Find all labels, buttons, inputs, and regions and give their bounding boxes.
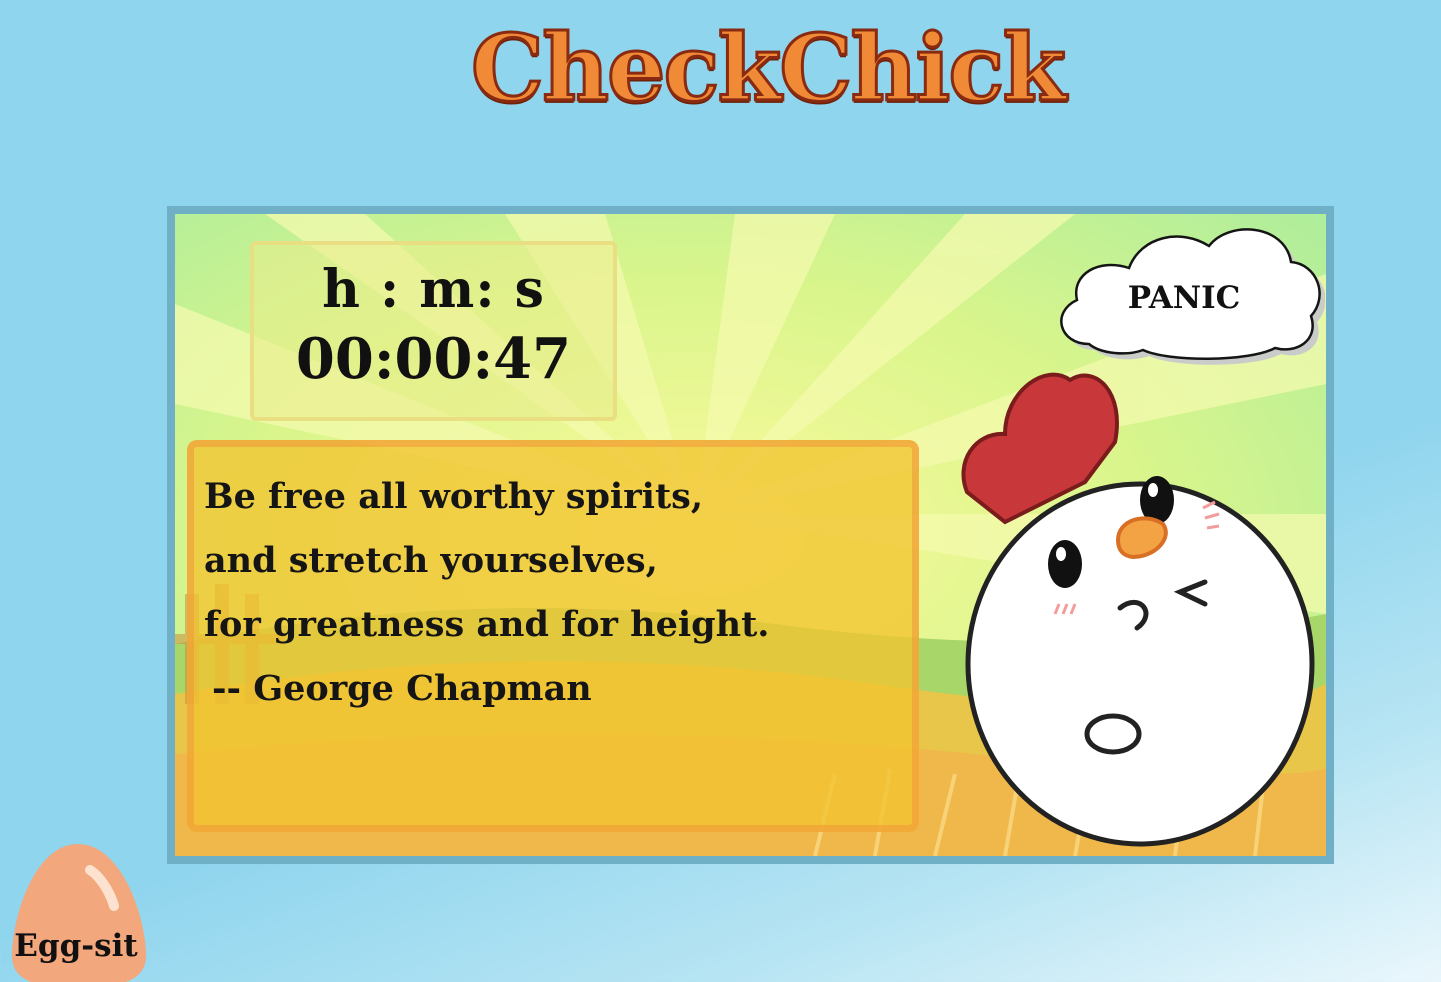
exit-label: Egg-sit bbox=[14, 928, 138, 964]
game-panel: h : m: s 00:00:47 Be free all worthy spi… bbox=[167, 206, 1334, 864]
chick-icon bbox=[961, 372, 1315, 847]
quote-author: -- George Chapman bbox=[212, 668, 592, 709]
quote-line: Be free all worthy spirits, bbox=[204, 476, 704, 517]
timer-value: 00:00:47 bbox=[295, 326, 572, 392]
timer-display: h : m: s 00:00:47 bbox=[250, 241, 617, 421]
quote-line: for greatness and for height. bbox=[204, 604, 770, 645]
timer-format-label: h : m: s bbox=[322, 259, 545, 320]
quote-line: and stretch yourselves, bbox=[204, 540, 658, 581]
quote-box: Be free all worthy spirits, and stretch … bbox=[187, 440, 919, 832]
exit-button[interactable]: Egg-sit bbox=[0, 838, 160, 982]
panic-label: PANIC bbox=[1127, 280, 1241, 316]
panic-button[interactable]: PANIC bbox=[1049, 216, 1325, 366]
app-title: CheckChick bbox=[469, 13, 1067, 124]
